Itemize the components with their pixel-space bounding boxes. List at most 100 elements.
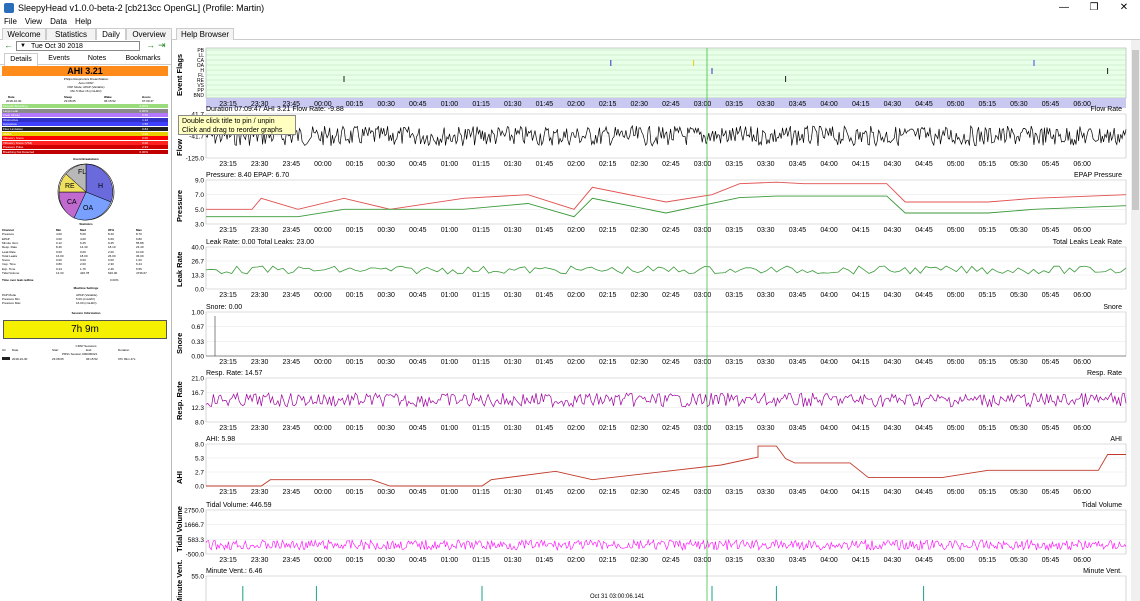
- xtick-label: 03:00: [694, 425, 712, 432]
- cpap-col-start: Start: [52, 348, 59, 352]
- xtick-label: 02:00: [567, 161, 585, 168]
- xtick-label: 01:45: [536, 359, 554, 366]
- xtick-label: 03:15: [725, 557, 743, 564]
- menu-file[interactable]: File: [4, 16, 17, 28]
- vertical-scrollbar[interactable]: [1131, 40, 1140, 601]
- xtick-label: 02:00: [567, 425, 585, 432]
- xtick-label: 05:15: [979, 227, 997, 234]
- xtick-label: 03:45: [789, 557, 807, 564]
- xtick-label: 03:00: [694, 489, 712, 496]
- tab-daily[interactable]: Daily: [96, 28, 126, 40]
- detail-tabs: Details Events Notes Bookmarks: [0, 53, 171, 66]
- pie-label-re: RE: [65, 183, 75, 190]
- menu-help[interactable]: Help: [75, 16, 91, 28]
- menu-bar: File View Data Help: [0, 16, 91, 28]
- xtick-label: 00:00: [314, 557, 332, 564]
- xtick-label: 03:45: [789, 227, 807, 234]
- session-enabled-checkbox[interactable]: [2, 357, 10, 360]
- event-row: Vibratory Snore (VS2) 0.00: [2, 140, 168, 145]
- xtick-label: 05:15: [979, 557, 997, 564]
- session-info-title: Session Information: [71, 311, 101, 315]
- daily-graphs[interactable]: Event FlagsPBLLCAOAHFLREVSPPBND23:15 23:3…: [176, 40, 1130, 601]
- setting-max-label: Pressure Max: [2, 301, 21, 305]
- xtick-label: 03:00: [694, 227, 712, 234]
- xtick-label: 02:45: [662, 425, 680, 432]
- xtick-label: 04:15: [852, 101, 870, 108]
- leak-redline-value: 0.00%: [110, 278, 119, 282]
- tab-welcome[interactable]: Welcome: [2, 28, 46, 40]
- xtick-label: 00:30: [377, 292, 395, 299]
- xtick-label: 02:15: [599, 557, 617, 564]
- xtick-label: 00:15: [346, 425, 364, 432]
- xtick-label: 04:30: [884, 292, 902, 299]
- ytick-ahi: 5.3: [195, 456, 204, 463]
- xtick-label: 01:15: [472, 227, 490, 234]
- ytick-snore: 1.00: [191, 310, 204, 317]
- xtick-label: 01:15: [472, 557, 490, 564]
- status-bar: Oct 31 03:00:06.141: [176, 594, 1131, 601]
- window-title: SleepyHead v1.0.0-beta-2 [cb213cc OpenGL…: [18, 3, 265, 13]
- xtick-label: 01:30: [504, 425, 522, 432]
- xtick-label: 00:15: [346, 359, 364, 366]
- next-day-arrow-icon[interactable]: →: [146, 40, 155, 50]
- xtick-label: 02:15: [599, 425, 617, 432]
- ytick-pressure: 9.0: [195, 178, 204, 185]
- xtick-label: 01:45: [536, 292, 554, 299]
- xtick-label: 04:15: [852, 557, 870, 564]
- xtick-label: 01:45: [536, 425, 554, 432]
- event-label: Pressure Pulse: [3, 145, 24, 150]
- tab-statistics[interactable]: Statistics: [46, 28, 96, 40]
- xtick-label: 04:45: [915, 425, 933, 432]
- xtick-label: 05:00: [947, 101, 965, 108]
- xtick-label: 03:30: [757, 227, 775, 234]
- pie-label-ca: CA: [67, 199, 77, 206]
- xtick-label: 03:45: [789, 359, 807, 366]
- xtick-label: 01:45: [536, 227, 554, 234]
- machine-line-4: Min 5 Max 16 (cmH2O): [70, 89, 102, 93]
- ytick-leak: 26.7: [191, 259, 204, 266]
- scrollbar-thumb[interactable]: [1132, 50, 1139, 210]
- event-label: Periodic Breathing: [3, 104, 28, 108]
- graph-area[interactable]: Event Flags PB LL CA OA H FL RE VS PP BND 23:15 23:3…: [176, 40, 1130, 601]
- xtick-label: 02:15: [599, 161, 617, 168]
- tab-bookmarks[interactable]: Bookmarks: [118, 53, 168, 65]
- xtick-label: 03:45: [789, 489, 807, 496]
- stats-cell: 13.33: [56, 271, 64, 275]
- last-day-arrow-icon[interactable]: ⇥: [158, 40, 166, 51]
- graph-info-ahi: AHI: 5.98: [206, 436, 235, 443]
- minimize-button[interactable]: —: [1050, 0, 1078, 16]
- xtick-label: 02:15: [599, 292, 617, 299]
- tab-help-browser[interactable]: Help Browser: [176, 28, 234, 40]
- event-row: Large Leak 0.00%: [2, 108, 168, 113]
- xtick-label: 05:45: [1042, 425, 1060, 432]
- xtick-label: 02:00: [567, 359, 585, 366]
- tab-events[interactable]: Events: [42, 53, 76, 65]
- xtick-label: 02:45: [662, 101, 680, 108]
- graph-info-snore: Snore: 0.00: [206, 304, 242, 311]
- xtick-label: 03:15: [725, 227, 743, 234]
- event-row: Hypopnea 1.56: [2, 122, 168, 127]
- xtick-label: 23:30: [251, 359, 269, 366]
- menu-data[interactable]: Data: [50, 16, 67, 28]
- menu-view[interactable]: View: [25, 16, 42, 28]
- ytick-flow: -125.0: [186, 156, 205, 163]
- xtick-label: 02:30: [631, 489, 649, 496]
- xtick-label: 01:00: [441, 292, 459, 299]
- event-row: Clear Airway 0.00: [2, 113, 168, 118]
- ytick-tidal: 583.3: [188, 537, 205, 544]
- graph-ylabel-tidal: Tidal Volume: [176, 506, 184, 552]
- close-button[interactable]: ✕: [1110, 0, 1138, 16]
- date-picker[interactable]: ▼ Tue Oct 30 2018: [16, 41, 140, 51]
- machine-settings-title: Machine Settings: [73, 286, 99, 290]
- xtick-label: 03:15: [725, 292, 743, 299]
- prev-day-arrow-icon[interactable]: ←: [4, 40, 13, 50]
- tab-overview[interactable]: Overview: [126, 28, 172, 40]
- event-label: Large Leak: [3, 108, 19, 113]
- tab-notes[interactable]: Notes: [80, 53, 114, 65]
- maximize-button[interactable]: ❐: [1080, 0, 1108, 16]
- event-label: Breathing Not Detected: [3, 150, 35, 154]
- tab-details[interactable]: Details: [4, 53, 38, 66]
- xtick-label: 00:00: [314, 292, 332, 299]
- xtick-label: 00:45: [409, 425, 427, 432]
- stats-cell: Tidal Volume: [2, 271, 20, 275]
